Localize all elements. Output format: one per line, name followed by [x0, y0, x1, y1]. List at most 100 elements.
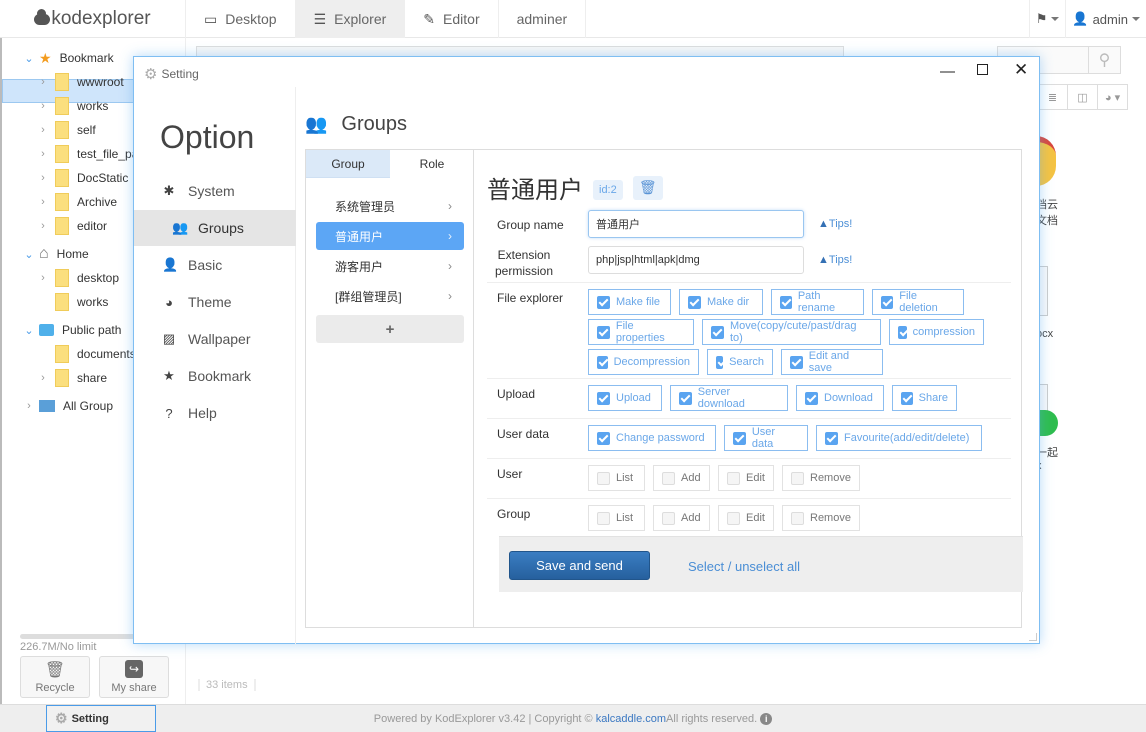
menu-item-theme[interactable]: ◕ Theme — [134, 284, 296, 320]
permission-checkbox[interactable]: Edit — [718, 465, 774, 491]
tree-item[interactable]: › wwwroot — [36, 70, 124, 94]
info-icon[interactable]: i — [760, 712, 773, 725]
permission-checkbox[interactable]: Search — [707, 349, 773, 375]
tab-group[interactable]: Group — [306, 150, 390, 178]
permission-label: Favourite(add/edit/delete) — [844, 432, 970, 444]
tree-item[interactable]: › DocStatic — [36, 166, 128, 190]
permission-checkbox[interactable]: Add — [653, 465, 710, 491]
recycle-button[interactable]: 🗑 Recycle — [20, 656, 90, 698]
permission-checkbox[interactable]: Make dir — [679, 289, 763, 315]
delete-group-button[interactable]: 🗑 — [632, 175, 663, 200]
permission-checkbox[interactable]: List — [588, 505, 645, 531]
menu-item-wallpaper[interactable]: ▨ Wallpaper — [134, 321, 296, 357]
tips-link[interactable]: ▲Tips! — [818, 254, 852, 266]
tab-desktop[interactable]: ▭ Desktop — [186, 0, 296, 38]
maximize-button[interactable] — [977, 62, 988, 79]
permission-checkbox[interactable]: Path rename — [771, 289, 864, 315]
tab-editor[interactable]: ✎ Editor — [405, 0, 499, 38]
permission-checkbox[interactable]: List — [588, 465, 645, 491]
extension-input[interactable]: php|jsp|html|apk|dmg — [588, 246, 804, 274]
permission-checkbox[interactable]: User data — [724, 425, 808, 451]
chevron-right-icon[interactable]: › — [36, 372, 50, 384]
chevron-right-icon[interactable]: › — [36, 100, 50, 112]
tips-link[interactable]: ▲Tips! — [818, 218, 852, 230]
user-menu[interactable]: 👤 admin — [1065, 0, 1146, 38]
my-share-button[interactable]: ↪ My share — [99, 656, 169, 698]
group-list-item[interactable]: [群组管理员] › — [316, 282, 464, 310]
taskbar-setting[interactable]: ⚙ Setting — [46, 705, 156, 732]
chevron-right-icon[interactable]: › — [36, 196, 50, 208]
permission-checkbox[interactable]: Upload — [588, 385, 662, 411]
permission-checkbox[interactable]: Edit — [718, 505, 774, 531]
tree-item[interactable]: › share — [36, 366, 107, 390]
permission-label: Search — [729, 356, 764, 368]
chevron-right-icon[interactable]: › — [36, 148, 50, 160]
menu-item-basic[interactable]: 👤 Basic — [134, 247, 296, 283]
permission-checkbox[interactable]: Move(copy/cute/past/drag to) — [702, 319, 881, 345]
caret-down-icon — [1051, 17, 1060, 21]
list-view-button[interactable]: ≣ — [1037, 85, 1067, 109]
tree-item[interactable]: ⌄ ⌂ Home — [22, 242, 88, 266]
menu-item-groups[interactable]: 👥 Groups — [134, 210, 296, 246]
permission-checkbox[interactable]: Change password — [588, 425, 716, 451]
permission-checkbox[interactable]: Remove — [782, 505, 860, 531]
menu-item-help[interactable]: ? Help — [134, 395, 296, 431]
save-and-send-button[interactable]: Save and send — [509, 551, 650, 580]
permission-checkbox[interactable]: File properties — [588, 319, 694, 345]
close-button[interactable]: ✕ — [1014, 60, 1028, 80]
add-group-button[interactable]: + — [316, 315, 464, 343]
chevron-right-icon[interactable]: › — [36, 124, 50, 136]
chevron-right-icon[interactable]: › — [22, 400, 36, 412]
tree-item-label: Archive — [77, 195, 118, 209]
tree-item[interactable]: ⌄ Public path — [22, 318, 121, 342]
permission-checkbox[interactable]: Remove — [782, 465, 860, 491]
permission-checkbox[interactable]: Decompression — [588, 349, 699, 375]
permission-checkbox[interactable]: compression — [889, 319, 984, 345]
group-list-item[interactable]: 系统管理员 › — [316, 192, 464, 220]
menu-item-system[interactable]: ✱ System — [134, 173, 296, 209]
permission-checkbox[interactable]: Server download — [670, 385, 788, 411]
group-list-item[interactable]: 普通用户 › — [316, 222, 464, 250]
permission-checkbox[interactable]: Make file — [588, 289, 671, 315]
group-name-input[interactable]: 普通用户 — [588, 210, 804, 238]
tree-item[interactable]: › desktop — [36, 266, 119, 290]
tree-item[interactable]: › test_file_pag — [36, 142, 145, 166]
language-menu[interactable]: ⚑ — [1028, 0, 1066, 38]
tab-adminer[interactable]: adminer — [499, 0, 587, 38]
tree-item[interactable]: works — [36, 290, 108, 314]
theme-button[interactable]: ◕ ▾ — [1097, 85, 1127, 109]
group-list-item[interactable]: 游客用户 › — [316, 252, 464, 280]
tree-item[interactable]: documents — [36, 342, 136, 366]
chevron-down-icon[interactable]: ⌄ — [22, 248, 36, 261]
select-all-link[interactable]: Select / unselect all — [688, 559, 800, 574]
footer-link[interactable]: kalcaddle.com — [596, 713, 666, 725]
tab-explorer[interactable]: ☰ Explorer — [295, 0, 406, 38]
menu-item-bookmark[interactable]: ★ Bookmark — [134, 358, 296, 394]
tree-item[interactable]: › Archive — [36, 190, 117, 214]
tab-role[interactable]: Role — [390, 150, 474, 178]
chevron-right-icon[interactable]: › — [36, 76, 50, 88]
section-divider — [487, 282, 1011, 283]
search-icon[interactable]: ⚲ — [1088, 47, 1120, 73]
chevron-right-icon[interactable]: › — [36, 272, 50, 284]
permission-checkbox[interactable]: Download — [796, 385, 884, 411]
tree-item[interactable]: › All Group — [22, 394, 113, 418]
minimize-button[interactable]: — — [940, 63, 955, 80]
chevron-down-icon[interactable]: ⌄ — [22, 52, 36, 65]
chevron-right-icon[interactable]: › — [36, 220, 50, 232]
split-view-button[interactable]: ◫ — [1067, 85, 1097, 109]
logo[interactable]: kodexplorer — [0, 0, 186, 38]
tree-item[interactable]: ⌄ ★ Bookmark — [22, 46, 113, 70]
tree-item[interactable]: › works — [36, 94, 108, 118]
permission-checkbox[interactable]: Favourite(add/edit/delete) — [816, 425, 982, 451]
permission-checkbox[interactable]: Share — [892, 385, 957, 411]
permission-checkbox[interactable]: Add — [653, 505, 710, 531]
resize-handle[interactable] — [1029, 633, 1037, 641]
tree-item[interactable]: › self — [36, 118, 96, 142]
permission-checkbox[interactable]: Edit and save — [781, 349, 883, 375]
chevron-down-icon[interactable]: ⌄ — [22, 324, 36, 337]
dialog-title-bar[interactable]: ⚙ Setting — [144, 65, 199, 83]
chevron-right-icon[interactable]: › — [36, 172, 50, 184]
permission-checkbox[interactable]: File deletion — [872, 289, 964, 315]
tree-item[interactable]: › editor — [36, 214, 107, 238]
